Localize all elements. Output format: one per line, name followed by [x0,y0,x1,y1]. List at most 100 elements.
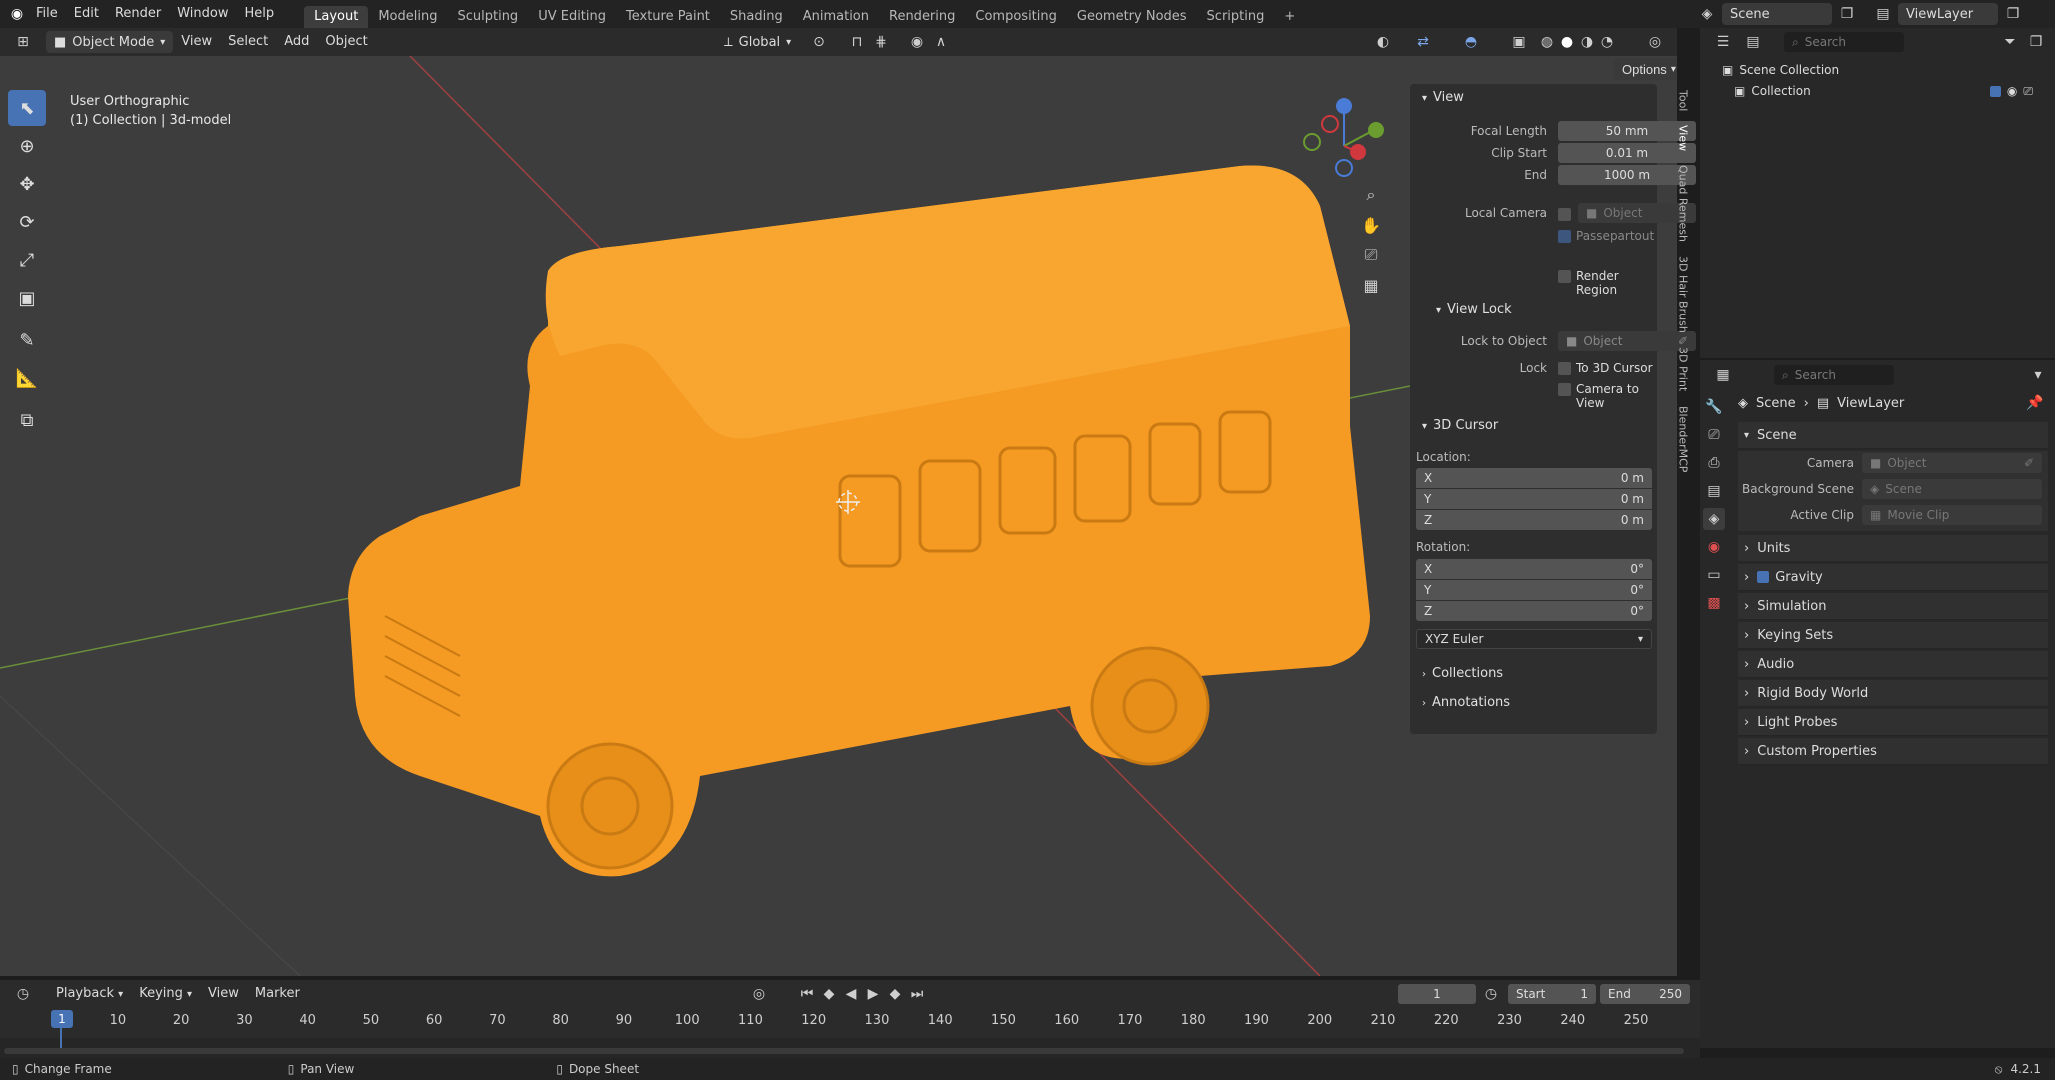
exclude-checkbox[interactable] [1989,86,2001,97]
select-box-tool[interactable]: ⬉ [8,90,46,126]
editor-type-icon[interactable]: ⊞ [12,31,34,53]
properties-editor-type-icon[interactable]: ▦ [1712,364,1734,386]
viewport-menu-select[interactable]: Select [220,28,276,56]
menu-file[interactable]: File [28,0,66,28]
sidebar-tab-view[interactable]: View [1677,125,1690,151]
rotate-tool[interactable]: ⟳ [8,204,46,240]
tab-shading[interactable]: Shading [720,6,793,28]
new-collection-icon[interactable]: ❐ [2025,31,2047,53]
tool-tab-icon[interactable]: 🔧 [1703,396,1725,418]
current-frame-field[interactable]: 1 [1398,984,1476,1004]
cursor-rotation-y[interactable]: Y 0° [1416,580,1652,600]
timeline-scrollbar[interactable] [4,1048,1684,1054]
eyedropper-icon[interactable]: ✐ [2024,456,2034,470]
material-shading-icon[interactable]: ◑ [1576,31,1598,53]
panel-simulation[interactable]: › Simulation [1738,593,2048,620]
panel-keying-sets[interactable]: › Keying Sets [1738,622,2048,649]
annotations-section-header[interactable]: › Annotations [1422,695,1510,710]
tab-sculpting[interactable]: Sculpting [447,6,528,28]
view-lock-section-header[interactable]: ▾ View Lock [1436,302,1512,317]
tab-uv-editing[interactable]: UV Editing [528,6,616,28]
move-tool[interactable]: ✥ [8,166,46,202]
cursor-location-y[interactable]: Y 0 m [1416,489,1652,509]
camera-field[interactable]: ■ Object ✐ [1862,453,2042,473]
sidebar-tab-3d-hair-brush[interactable]: 3D Hair Brush [1677,256,1690,333]
view-section-header[interactable]: ▾ View [1422,90,1464,105]
pan-hand-icon[interactable]: ✋ [1360,214,1382,236]
preview-range-icon[interactable]: ◷ [1480,983,1502,1005]
sidebar-tab-3d-print[interactable]: 3D Print [1677,347,1690,391]
gizmo-icon[interactable]: ⇄ [1412,31,1434,53]
tab-compositing[interactable]: Compositing [965,6,1067,28]
measure-tool[interactable]: 📐 [8,360,46,396]
scene-panel-header[interactable]: ▾ Scene [1738,422,2048,449]
tab-animation[interactable]: Animation [793,6,879,28]
collections-section-header[interactable]: › Collections [1422,666,1503,681]
render-toggle-icon[interactable]: ◎ [1644,31,1666,53]
background-scene-field[interactable]: ◈ Scene [1862,479,2042,499]
add-cube-tool[interactable]: ⧉ [8,402,46,438]
timeline-menu-marker[interactable]: Marker [247,980,308,1008]
playhead[interactable]: 1 [51,1010,73,1028]
render-region-checkbox[interactable] [1558,270,1571,283]
auto-keying-icon[interactable]: ◎ [748,983,770,1005]
outliner-search-input[interactable]: ⌕ Search [1784,32,1904,52]
timeline-menu-playback[interactable]: Playback ▾ [48,980,131,1008]
pivot-point-icon[interactable]: ⊙ [808,31,830,53]
texture-tab-icon[interactable]: ▩ [1703,592,1725,614]
scene-selector[interactable]: Scene [1722,3,1832,25]
mode-selector[interactable]: ■ Object Mode ▾ [46,31,174,53]
timeline-menu-keying[interactable]: Keying ▾ [131,980,200,1008]
outliner-editor-type-icon[interactable]: ☰ [1712,31,1734,53]
properties-search-input[interactable]: ⌕ Search [1774,365,1894,385]
viewport-menu-object[interactable]: Object [317,28,375,56]
tab-scripting[interactable]: Scripting [1197,6,1275,28]
overlay-icon[interactable]: ◓ [1460,31,1482,53]
passepartout-checkbox[interactable] [1558,230,1571,243]
new-scene-icon[interactable]: ❐ [1836,3,1858,25]
transform-orientation-selector[interactable]: ⟂ Global ▾ [716,31,799,53]
perspective-grid-icon[interactable]: ▦ [1360,274,1382,296]
gravity-checkbox[interactable] [1757,571,1770,583]
collection-tab-icon[interactable]: ▭ [1703,564,1725,586]
camera-view-icon[interactable]: ⎚ [1360,244,1382,266]
eye-icon[interactable]: ◉ [2007,81,2017,102]
active-clip-field[interactable]: ▦ Movie Clip [1862,505,2042,525]
tab-rendering[interactable]: Rendering [879,6,965,28]
end-frame-field[interactable]: End 250 [1600,984,1690,1004]
pin-icon[interactable]: 📌 [2024,392,2046,414]
tab-texture-paint[interactable]: Texture Paint [616,6,720,28]
falloff-icon[interactable]: ∧ [930,31,952,53]
solid-shading-icon[interactable]: ● [1556,31,1578,53]
cursor-rotation-x[interactable]: X 0° [1416,559,1652,579]
play-icon[interactable]: ▶ [862,983,884,1005]
start-frame-field[interactable]: Start 1 [1508,984,1596,1004]
wireframe-shading-icon[interactable]: ◍ [1536,31,1558,53]
transform-tool[interactable]: ▣ [8,280,46,316]
new-view-layer-icon[interactable]: ❐ [2002,3,2024,25]
world-tab-icon[interactable]: ◉ [1703,536,1725,558]
blender-logo-icon[interactable]: ◉ [6,3,28,25]
tree-item-collection[interactable]: ▣ Collection ◉ ⎚ [1722,81,2033,102]
panel-units[interactable]: › Units [1738,535,2048,562]
sidebar-tab-tool[interactable]: Tool [1677,90,1690,111]
tree-item-scene-collection[interactable]: ▣ Scene Collection [1722,60,2033,81]
output-tab-icon[interactable]: ⎙ [1703,452,1725,474]
cursor-rotation-z[interactable]: Z 0° [1416,601,1652,621]
local-camera-checkbox[interactable] [1558,208,1571,221]
menu-help[interactable]: Help [237,0,283,28]
jump-keyframe-forward-icon[interactable]: ◆ [884,983,906,1005]
timeline-menu-view[interactable]: View [200,980,247,1008]
snap-icon[interactable]: ⊓ [846,31,868,53]
camera-to-view-checkbox[interactable] [1558,383,1571,396]
viewport-menu-view[interactable]: View [173,28,220,56]
view-layer-tab-icon[interactable]: ▤ [1703,480,1725,502]
display-mode-icon[interactable]: ▤ [1742,31,1764,53]
scale-tool[interactable]: ⤢ [8,242,46,278]
rendered-shading-icon[interactable]: ◔ [1596,31,1618,53]
sidebar-tab-quad-remesh[interactable]: Quad Remesh [1677,165,1690,242]
visibility-icon[interactable]: ◐ [1372,31,1394,53]
annotate-tool[interactable]: ✎ [8,322,46,358]
camera-render-icon[interactable]: ⎚ [2023,81,2033,102]
panel-light-probes[interactable]: › Light Probes [1738,709,2048,736]
